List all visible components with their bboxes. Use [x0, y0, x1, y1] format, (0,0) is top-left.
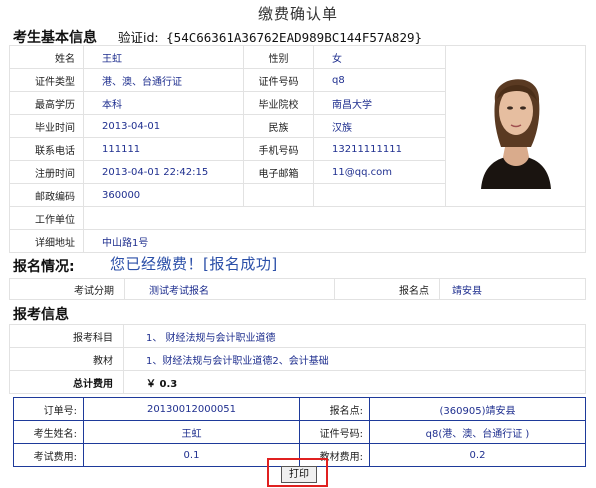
order-id-label: 证件号码: — [299, 420, 370, 444]
workplace-label: 工作单位 — [9, 206, 84, 230]
payment-status-message: 您已经缴费！[报名成功] — [110, 255, 278, 273]
exam-fee-label: 考试费用: — [13, 443, 84, 467]
order-name-label: 考生姓名: — [13, 420, 84, 444]
address-value: 中山路1号 — [83, 229, 586, 253]
reg-time-value: 2013-04-01 22:42:15 — [83, 160, 244, 184]
table-row: 总计费用 ￥ 0.3 — [9, 370, 586, 394]
basic-info-table: 姓名 王虹 性别 女 证件类型 港、澳、台通行证 证件号码 q8 最高学历 本科… — [9, 45, 586, 253]
site-value: 靖安县 — [439, 278, 586, 300]
table-row: 考生姓名: 王虹 证件号码: q8(港、澳、台通行证 ) — [13, 420, 586, 444]
ethnic-value: 汉族 — [313, 114, 446, 138]
registration-table: 考试分期 测试考试报名 报名点 靖安县 — [9, 278, 586, 300]
candidate-photo-image — [460, 60, 571, 189]
book-fee-value: 0.2 — [369, 443, 586, 467]
total-fee-value: ￥ 0.3 — [123, 370, 586, 394]
order-name-value: 王虹 — [83, 420, 300, 444]
order-site-value: (360905)靖安县 — [369, 397, 586, 421]
table-row: 报考科目 1、 财经法规与会计职业道德 — [9, 324, 586, 348]
verify-id-value: {54C66361A36762EAD989BC144F57A829} — [166, 30, 423, 45]
reg-time-label: 注册时间 — [9, 160, 84, 184]
education-label: 最高学历 — [9, 91, 84, 115]
session-value: 测试考试报名 — [124, 278, 335, 300]
site-label: 报名点 — [334, 278, 440, 300]
postcode-value: 360000 — [83, 183, 244, 207]
phone-value: 111111 — [83, 137, 244, 161]
table-row: 详细地址 中山路1号 — [9, 229, 586, 253]
candidate-photo — [445, 45, 586, 207]
verify-id: 验证id: {54C66361A36762EAD989BC144F57A829} — [118, 27, 422, 46]
print-button[interactable]: 打印 — [281, 466, 317, 483]
table-row: 姓名 王虹 性别 女 — [9, 45, 586, 207]
postcode-label: 邮政编码 — [9, 183, 84, 207]
print-highlight: 打印 — [267, 458, 328, 487]
textbook-value: 1、财经法规与会计职业道德2、会计基础 — [123, 347, 586, 371]
table-row: 工作单位 — [9, 206, 586, 230]
subject-label: 报考科目 — [9, 324, 124, 348]
order-site-label: 报名点: — [299, 397, 370, 421]
name-value: 王虹 — [83, 45, 244, 69]
payment-order-table: 订单号: 20130012000051 报名点: (360905)靖安县 考生姓… — [13, 397, 586, 467]
gender-value: 女 — [313, 45, 446, 69]
id-type-label: 证件类型 — [9, 68, 84, 92]
session-label: 考试分期 — [9, 278, 125, 300]
textbook-label: 教材 — [9, 347, 124, 371]
email-label: 电子邮箱 — [243, 160, 314, 184]
basic-info-heading: 考生基本信息 — [13, 30, 97, 46]
mobile-value: 13211111111 — [313, 137, 446, 161]
workplace-value — [83, 206, 586, 230]
id-no-value: q8 — [313, 68, 446, 92]
table-row: 考试分期 测试考试报名 报名点 靖安县 — [9, 278, 586, 300]
mobile-label: 手机号码 — [243, 137, 314, 161]
school-value: 南昌大学 — [313, 91, 446, 115]
id-no-label: 证件号码 — [243, 68, 314, 92]
education-value: 本科 — [83, 91, 244, 115]
total-fee-label: 总计费用 — [9, 370, 124, 394]
subject-value: 1、 财经法规与会计职业道德 — [123, 324, 586, 348]
verify-id-label: 验证id: — [118, 30, 159, 45]
registration-heading: 报名情况: — [13, 259, 75, 275]
order-id-value: q8(港、澳、台通行证 ) — [369, 420, 586, 444]
order-no-value: 20130012000051 — [83, 397, 300, 421]
table-row: 订单号: 20130012000051 报名点: (360905)靖安县 — [13, 397, 586, 421]
exam-info-heading: 报考信息 — [13, 307, 69, 323]
page-title: 缴费确认单 — [257, 5, 338, 23]
email-value: 11@qq.com — [313, 160, 446, 184]
id-type-value: 港、澳、台通行证 — [83, 68, 244, 92]
ethnic-label: 民族 — [243, 114, 314, 138]
registration-status-row: 报名情况: 您已经缴费！[报名成功] — [13, 255, 277, 278]
empty-cell — [243, 183, 314, 207]
name-label: 姓名 — [9, 45, 84, 69]
address-label: 详细地址 — [9, 229, 84, 253]
exam-info-table: 报考科目 1、 财经法规与会计职业道德 教材 1、财经法规与会计职业道德2、会计… — [9, 324, 586, 394]
school-label: 毕业院校 — [243, 91, 314, 115]
table-row: 教材 1、财经法规与会计职业道德2、会计基础 — [9, 347, 586, 371]
grad-time-label: 毕业时间 — [9, 114, 84, 138]
gender-label: 性别 — [243, 45, 314, 69]
grad-time-value: 2013-04-01 — [83, 114, 244, 138]
empty-cell — [313, 183, 446, 207]
phone-label: 联系电话 — [9, 137, 84, 161]
order-no-label: 订单号: — [13, 397, 84, 421]
